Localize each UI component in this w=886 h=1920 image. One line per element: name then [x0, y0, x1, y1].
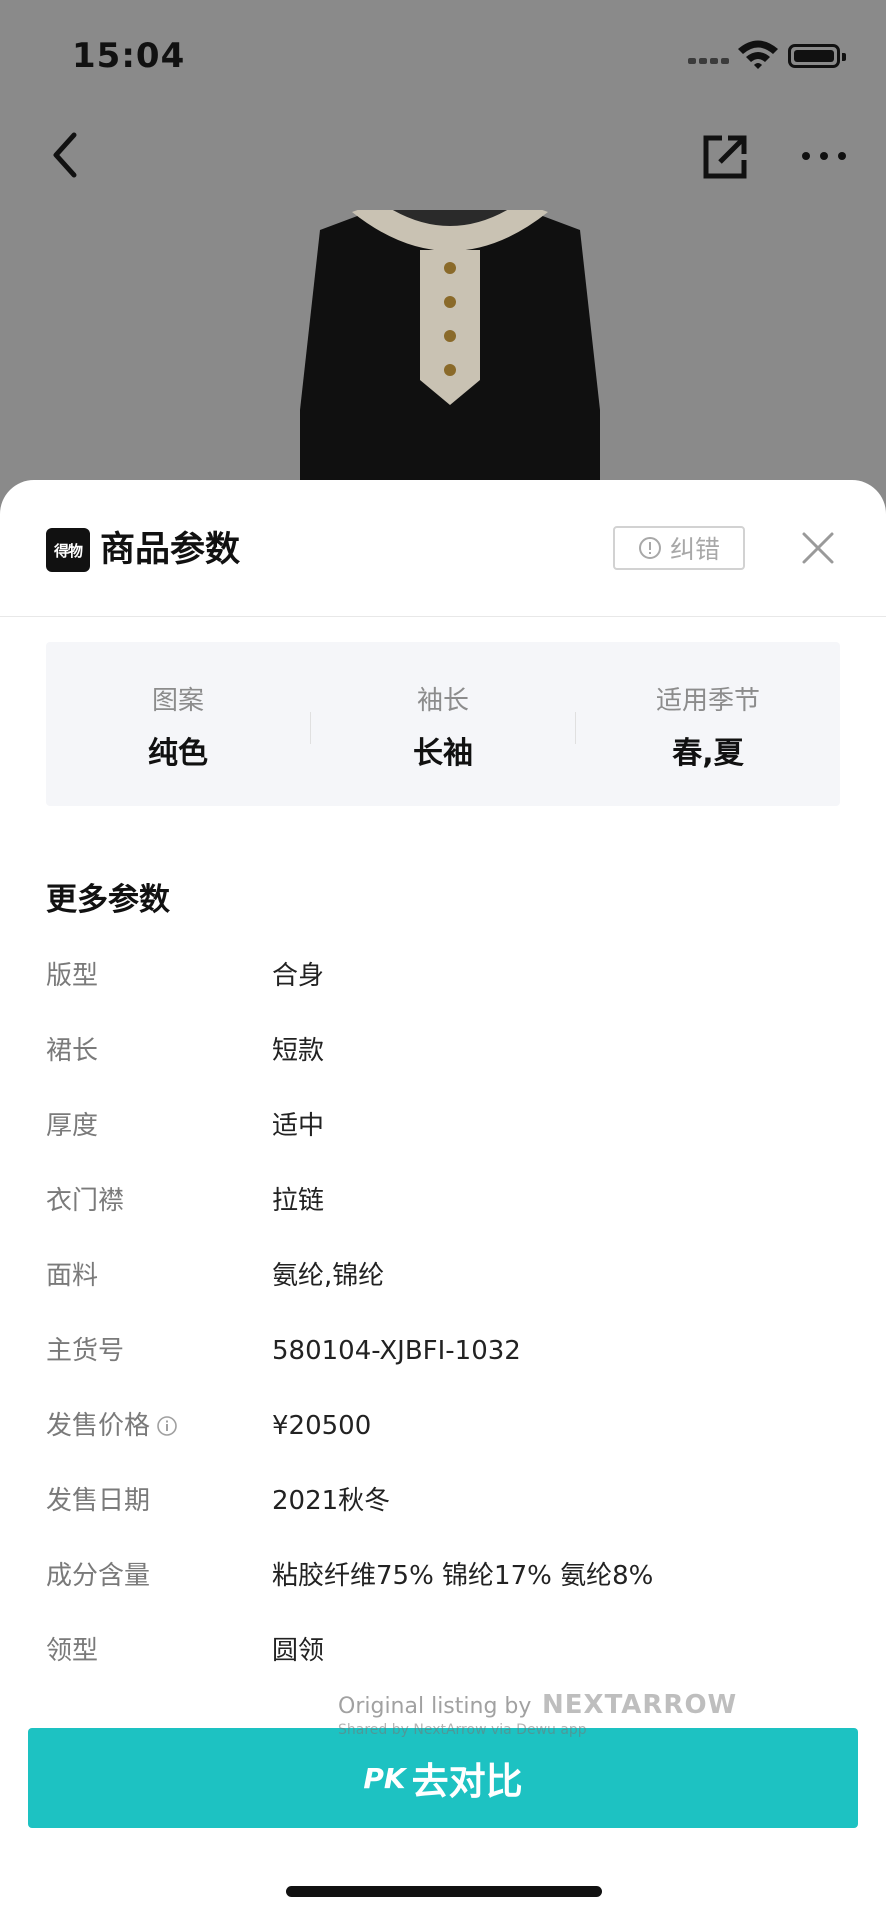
param-value: 粘胶纤维75% 锦纶17% 氨纶8% [272, 1561, 654, 1591]
param-label: 主货号 [46, 1336, 125, 1366]
summary-item: 袖长 长袖 [311, 642, 575, 806]
param-row: 版型 合身 [0, 946, 886, 1006]
summary-item: 适用季节 春,夏 [576, 642, 840, 806]
signal-icon [688, 50, 729, 64]
more-params-title: 更多参数 [46, 882, 170, 918]
status-bar: 15:04 [0, 0, 886, 110]
watermark-text: Original listing by [338, 1694, 532, 1719]
summary-label: 袖长 [416, 686, 469, 716]
sheet-header: 得物 商品参数 纠错 [0, 480, 886, 617]
param-row: 领型 圆领 [0, 1621, 886, 1681]
param-value: ¥20500 [272, 1411, 372, 1441]
pk-label: 去对比 [411, 1760, 523, 1803]
summary-label: 图案 [151, 686, 204, 716]
more-icon[interactable] [800, 146, 848, 166]
param-value: 短款 [272, 1036, 325, 1066]
report-error-button[interactable]: 纠错 [613, 526, 745, 570]
param-value: 圆领 [272, 1636, 325, 1666]
param-row: 主货号 580104-XJBFI-1032 [0, 1321, 886, 1381]
summary-value: 长袖 [413, 736, 473, 771]
param-value: 580104-XJBFI-1032 [272, 1336, 521, 1366]
watermark-sub: Shared by NextArrow via Dewu app [338, 1722, 587, 1738]
pk-compare-button[interactable]: PK 去对比 [28, 1728, 858, 1828]
dewu-logo: 得物 [46, 528, 90, 572]
param-label[interactable]: 发售价格 [46, 1396, 178, 1456]
info-icon[interactable] [156, 1415, 178, 1437]
summary-item: 图案 纯色 [46, 642, 310, 806]
watermark-brand: NEXTARROW [542, 1690, 738, 1720]
param-row: 成分含量 粘胶纤维75% 锦纶17% 氨纶8% [0, 1546, 886, 1606]
param-label: 发售日期 [46, 1486, 151, 1516]
dress-image [300, 210, 600, 520]
close-icon[interactable] [800, 530, 836, 566]
param-label: 成分含量 [46, 1561, 151, 1591]
param-row: 厚度 适中 [0, 1096, 886, 1156]
status-time: 15:04 [72, 36, 186, 76]
param-value: 2021秋冬 [272, 1486, 391, 1516]
param-row: 衣门襟 拉链 [0, 1171, 886, 1231]
summary-value: 春,夏 [672, 736, 744, 771]
param-label: 厚度 [46, 1111, 99, 1141]
param-value: 拉链 [272, 1186, 325, 1216]
summary-label: 适用季节 [655, 686, 760, 716]
param-label: 裙长 [46, 1036, 99, 1066]
param-value: 合身 [272, 961, 325, 991]
param-row: 面料 氨纶,锦纶 [0, 1246, 886, 1306]
param-label: 领型 [46, 1636, 99, 1666]
alert-circle-icon [638, 537, 661, 559]
param-row: 发售价格 ¥20500 [0, 1396, 886, 1456]
param-row: 发售日期 2021秋冬 [0, 1471, 886, 1531]
param-label: 衣门襟 [46, 1186, 125, 1216]
param-value: 适中 [272, 1111, 325, 1141]
home-indicator[interactable] [286, 1886, 602, 1897]
summary-value: 纯色 [148, 736, 208, 771]
report-error-label: 纠错 [669, 535, 720, 564]
param-value: 氨纶,锦纶 [272, 1261, 385, 1291]
share-icon[interactable] [700, 132, 750, 182]
sheet-title: 商品参数 [100, 530, 241, 570]
battery-icon [788, 44, 846, 68]
param-row: 裙长 短款 [0, 1021, 886, 1081]
key-params-summary: 图案 纯色 袖长 长袖 适用季节 春,夏 [46, 642, 840, 806]
back-chevron-icon[interactable] [46, 130, 86, 180]
param-label: 面料 [46, 1261, 99, 1291]
watermark: Original listing by NEXTARROW Shared by … [338, 1680, 736, 1738]
pk-prefix: PK [363, 1761, 406, 1795]
wifi-icon [738, 40, 778, 69]
param-label: 版型 [46, 961, 99, 991]
